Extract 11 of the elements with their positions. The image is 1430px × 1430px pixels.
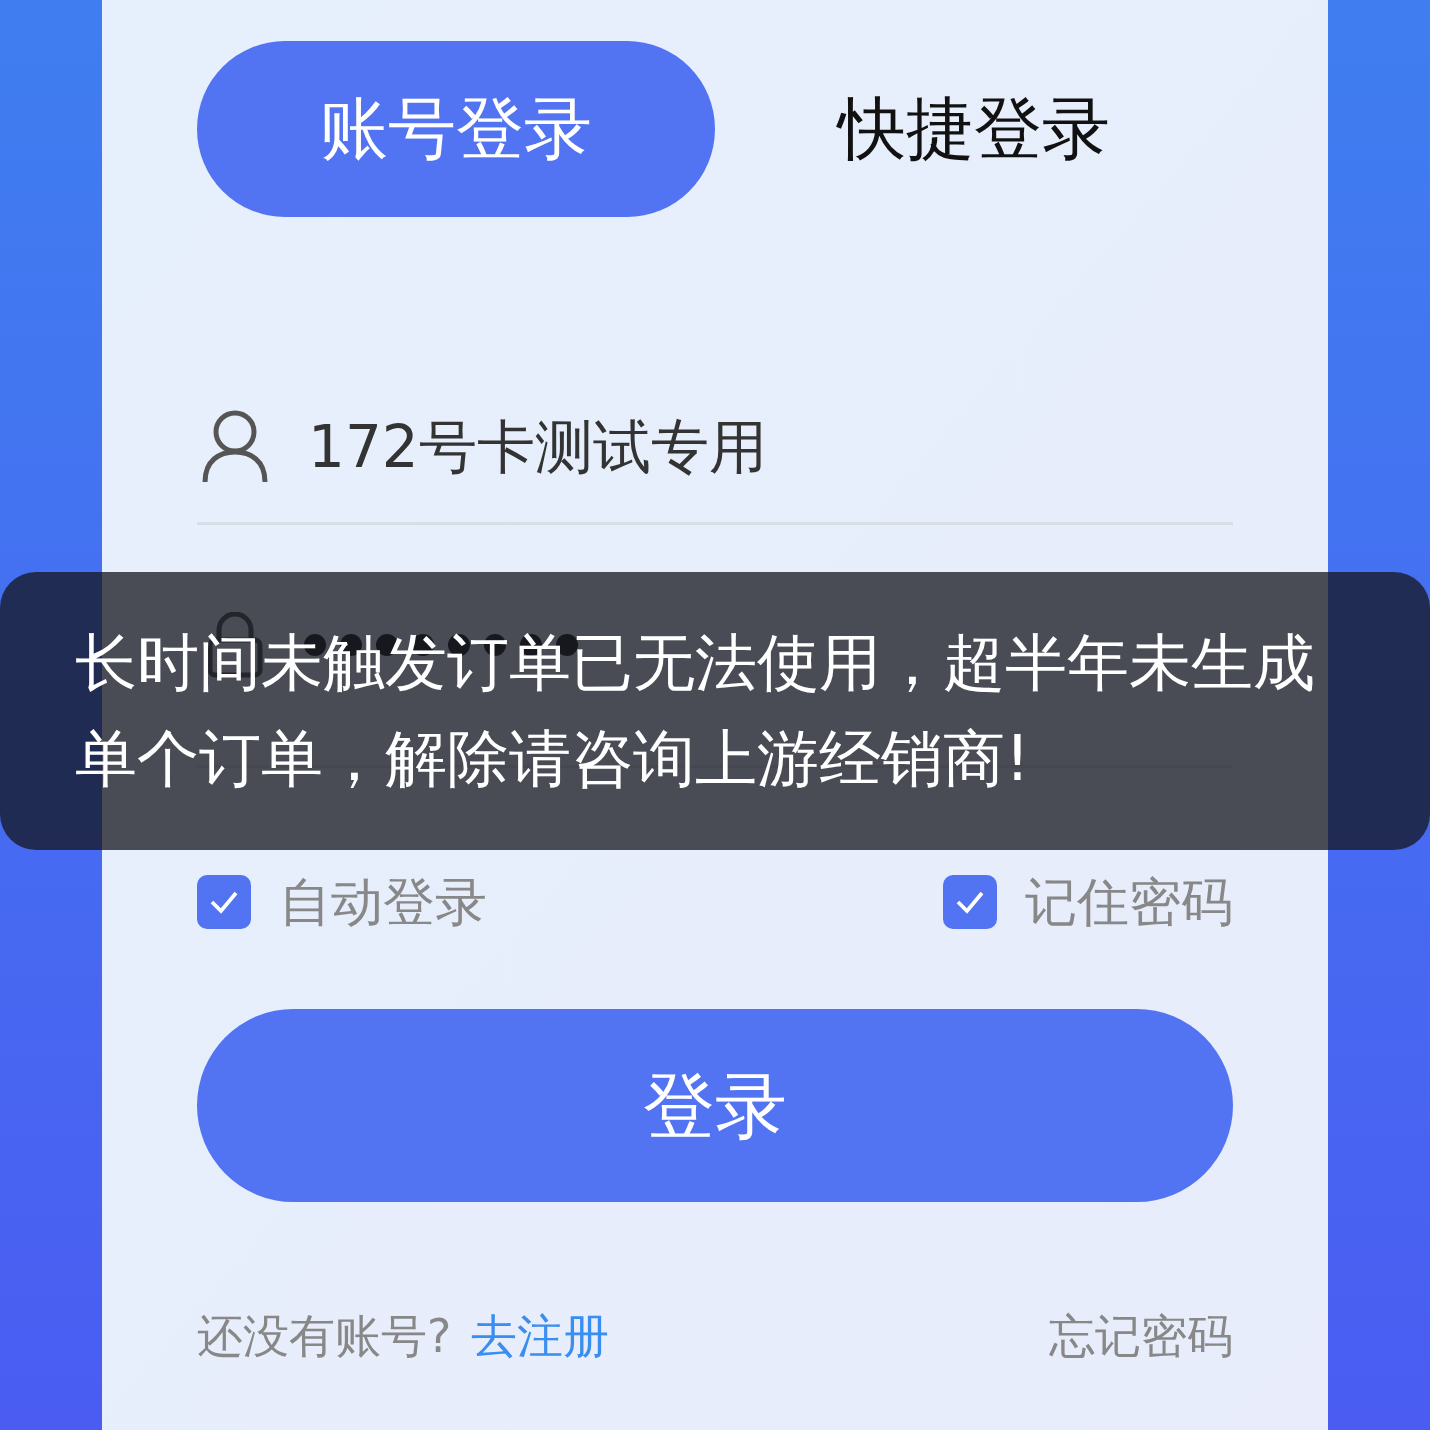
login-tab[interactable]: 快捷登录 (715, 41, 1233, 217)
register-link[interactable]: 去注册 (471, 1302, 610, 1371)
register-prompt: 还没有账号? (197, 1308, 452, 1365)
login-button[interactable]: 登录 (197, 1009, 1233, 1202)
option-checkbox[interactable]: 自动登录 (197, 863, 487, 941)
login-tab[interactable]: 账号登录 (197, 41, 715, 217)
username-field[interactable]: 172号卡测试专用 (308, 403, 1233, 491)
forgot-password-link[interactable]: 忘记密码 (1049, 1302, 1233, 1371)
option-checkbox[interactable]: 记住密码 (943, 863, 1233, 941)
toast-message: 长时间未触发订单已无法使用，超半年未生成单个订单，解除请咨询上游经销商! (0, 572, 1430, 850)
user-icon (202, 410, 268, 484)
